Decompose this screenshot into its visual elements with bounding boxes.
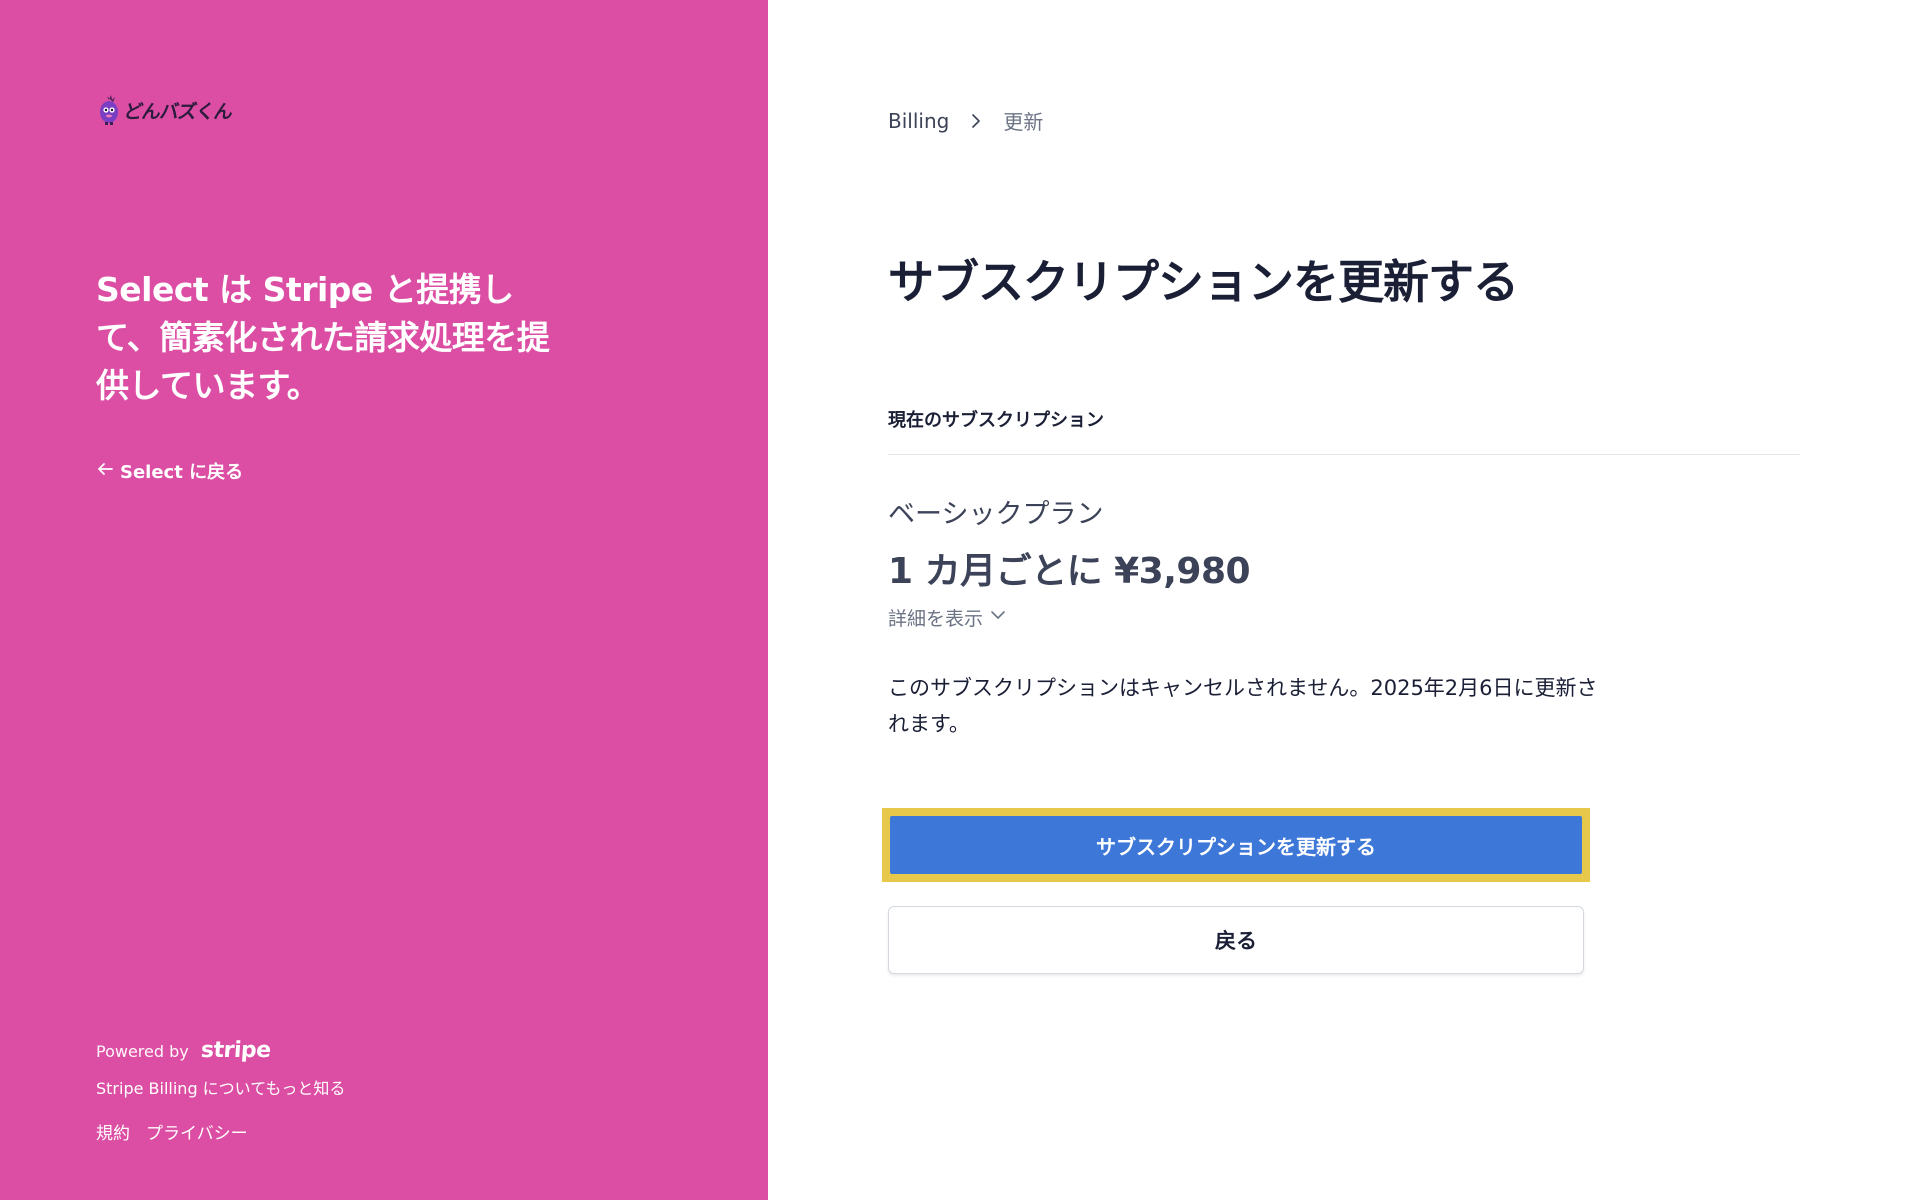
renew-subscription-button[interactable]: サブスクリプションを更新する: [890, 816, 1582, 874]
brand-tagline: Select は Stripe と提携して、簡素化された請求処理を提供しています…: [96, 270, 550, 405]
powered-by-label: Powered by: [96, 1042, 189, 1061]
back-to-merchant-link[interactable]: Select に戻る: [96, 458, 243, 484]
merchant-logo[interactable]: どんバズくん: [98, 94, 234, 126]
plan-price: 1 カ月ごとに ¥3,980: [888, 551, 1251, 592]
details-toggle-label: 詳細を表示: [888, 608, 984, 630]
plan-name: ベーシックプラン: [888, 499, 1104, 530]
mascot-icon: [98, 94, 120, 126]
back-button[interactable]: 戻る: [888, 906, 1584, 974]
primary-button-highlight: サブスクリプションを更新する: [882, 808, 1590, 882]
breadcrumb: Billing 更新: [888, 106, 1043, 135]
privacy-link[interactable]: プライバシー: [146, 1119, 248, 1144]
brand-panel: どんバズくん Select は Stripe と提携して、簡素化された請求処理を…: [0, 0, 768, 1200]
terms-link[interactable]: 規約: [96, 1119, 130, 1144]
back-link-label: Select に戻る: [120, 462, 244, 483]
breadcrumb-current: 更新: [1003, 110, 1044, 134]
renewal-notice: このサブスクリプションはキャンセルされません。2025年2月6日に更新されます。: [888, 676, 1598, 736]
section-divider: [888, 454, 1800, 455]
breadcrumb-billing-link[interactable]: Billing: [888, 109, 949, 133]
current-subscription-label: 現在のサブスクリプション: [888, 410, 1104, 431]
chevron-down-icon: [989, 606, 1007, 629]
content-panel: Billing 更新 サブスクリプションを更新する 現在のサブスクリプション ベ…: [768, 0, 1920, 1200]
logo-wordmark: どんバズくん: [122, 100, 234, 123]
legal-links: 規約 プライバシー: [96, 1119, 345, 1144]
arrow-left-icon: [96, 460, 114, 483]
brand-footer: Powered by stripe Stripe Billing についてもっと…: [96, 1038, 345, 1144]
page-title: サブスクリプションを更新する: [888, 255, 1519, 309]
stripe-logo[interactable]: stripe: [200, 1038, 271, 1063]
billing-portal-page: どんバズくん Select は Stripe と提携して、簡素化された請求処理を…: [0, 0, 1920, 1200]
powered-by: Powered by stripe: [96, 1038, 345, 1063]
show-details-toggle[interactable]: 詳細を表示: [888, 604, 1007, 631]
learn-more-link[interactable]: Stripe Billing についてもっと知る: [96, 1075, 345, 1099]
chevron-right-icon: [967, 112, 985, 130]
